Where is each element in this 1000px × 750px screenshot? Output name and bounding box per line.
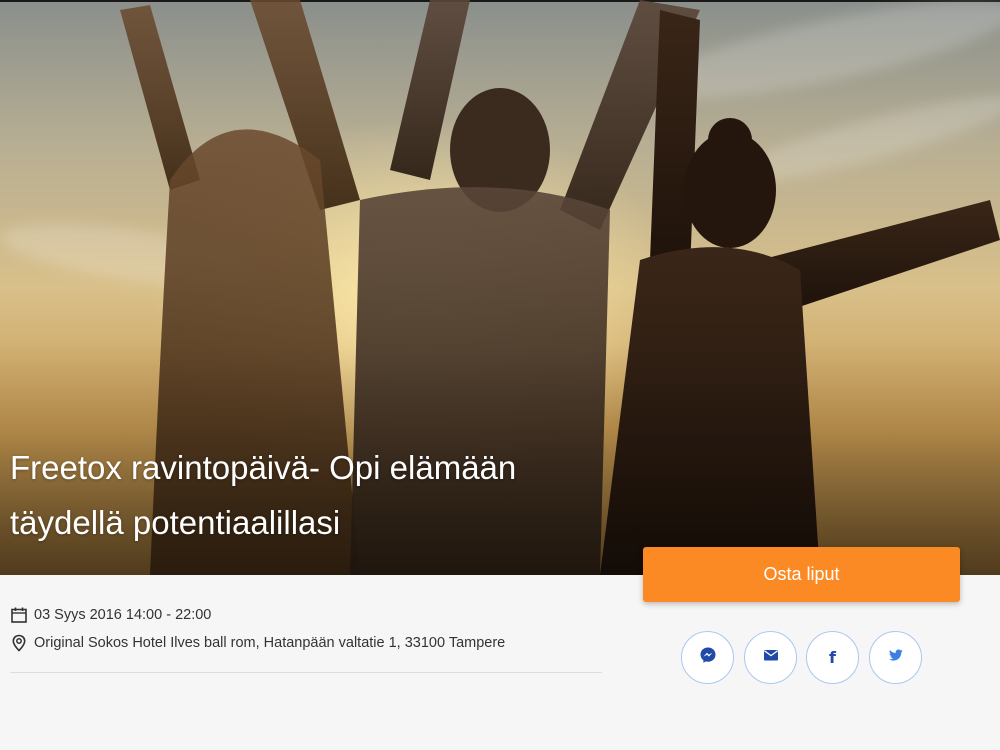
share-messenger-button[interactable] bbox=[681, 631, 734, 684]
buy-tickets-button[interactable]: Osta liput bbox=[643, 547, 960, 602]
event-location: Original Sokos Hotel Ilves ball rom, Hat… bbox=[34, 635, 506, 651]
facebook-icon: f bbox=[829, 648, 836, 667]
calendar-icon bbox=[10, 606, 28, 624]
event-location-row: Original Sokos Hotel Ilves ball rom, Hat… bbox=[10, 634, 505, 652]
hero-image: Freetox ravintopäivä- Opi elämään täydel… bbox=[0, 0, 1000, 575]
hair-bun bbox=[708, 118, 752, 162]
event-title: Freetox ravintopäivä- Opi elämään täydel… bbox=[10, 440, 610, 550]
event-title-line1: Freetox ravintopäivä- Opi elämään bbox=[10, 449, 517, 486]
share-twitter-button[interactable] bbox=[869, 631, 922, 684]
share-facebook-button[interactable]: f bbox=[806, 631, 859, 684]
email-icon bbox=[762, 646, 780, 669]
event-title-line2: täydellä potentiaalillasi bbox=[10, 504, 341, 541]
event-date-row: 03 Syys 2016 14:00 - 22:00 bbox=[10, 606, 211, 624]
location-pin-icon bbox=[10, 634, 28, 652]
messenger-icon bbox=[699, 646, 717, 669]
share-email-button[interactable] bbox=[744, 631, 797, 684]
event-date: 03 Syys 2016 14:00 - 22:00 bbox=[34, 607, 212, 623]
twitter-icon bbox=[888, 647, 904, 668]
divider bbox=[10, 672, 602, 673]
